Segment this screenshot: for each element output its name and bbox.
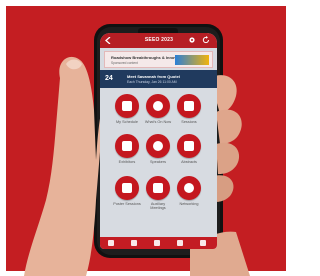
tile-poster-sessions[interactable]: Poster Sessions [112,176,142,206]
tile-label: Auxiliary Meetings [150,202,166,211]
home-icon[interactable] [108,240,114,246]
app-top-bar: SEEO 2023 [100,33,217,48]
tile-label: What's On Now [144,120,172,124]
back-icon[interactable] [105,37,113,44]
poster-icon [115,176,139,200]
banner-subtext: Sponsored content [111,61,138,65]
menu-icon[interactable] [131,240,137,246]
search-icon[interactable] [200,240,206,246]
tile-my-schedule[interactable]: My Schedule [112,94,142,124]
bottom-navigation [100,237,217,249]
tile-speakers[interactable]: Speakers [143,134,173,164]
event-count: 24 [105,75,113,82]
tile-label: Poster Sessions [113,202,141,206]
tile-label: Exhibitors [118,160,136,164]
sponsor-banner[interactable]: Roadshow Breakthroughs & Innovations Spo… [104,51,213,68]
event-title: Meet Savannah from Quotel [127,74,180,79]
calendar-icon [115,94,139,118]
gear-icon[interactable] [188,36,196,44]
app-title: SEEO 2023 [144,37,174,43]
speaker-icon [146,134,170,158]
banner-logo [175,55,209,65]
camera-icon [146,176,170,200]
tile-label: Speakers [149,160,167,164]
refresh-icon[interactable] [202,36,210,44]
tile-label: Networking [179,202,199,206]
event-time: Each Thursday, Jan 26 11:00 AM [127,80,177,84]
sessions-icon [177,94,201,118]
clock-icon [146,94,170,118]
storefront-icon [115,134,139,158]
tile-sessions[interactable]: Sessions [174,94,204,124]
upcoming-event-bar[interactable]: 24 Meet Savannah from Quotel Each Thursd… [100,70,217,88]
tile-label: Sessions [181,120,197,124]
calendar-icon[interactable] [177,240,183,246]
phone-screen: SEEO 2023 Roadshow Breakthroughs & Innov… [100,33,217,249]
tile-label: Abstracts [181,160,197,164]
tile-exhibitors[interactable]: Exhibitors [112,134,142,164]
tile-abstracts[interactable]: Abstracts [174,134,204,164]
document-icon [177,134,201,158]
people-icon [177,176,201,200]
tile-whats-on-now[interactable]: What's On Now [143,94,173,124]
plus-icon[interactable] [154,240,160,246]
tile-networking[interactable]: Networking [174,176,204,206]
tile-auxiliary-meetings[interactable]: Auxiliary Meetings [143,176,173,211]
tile-label: My Schedule [116,120,138,124]
